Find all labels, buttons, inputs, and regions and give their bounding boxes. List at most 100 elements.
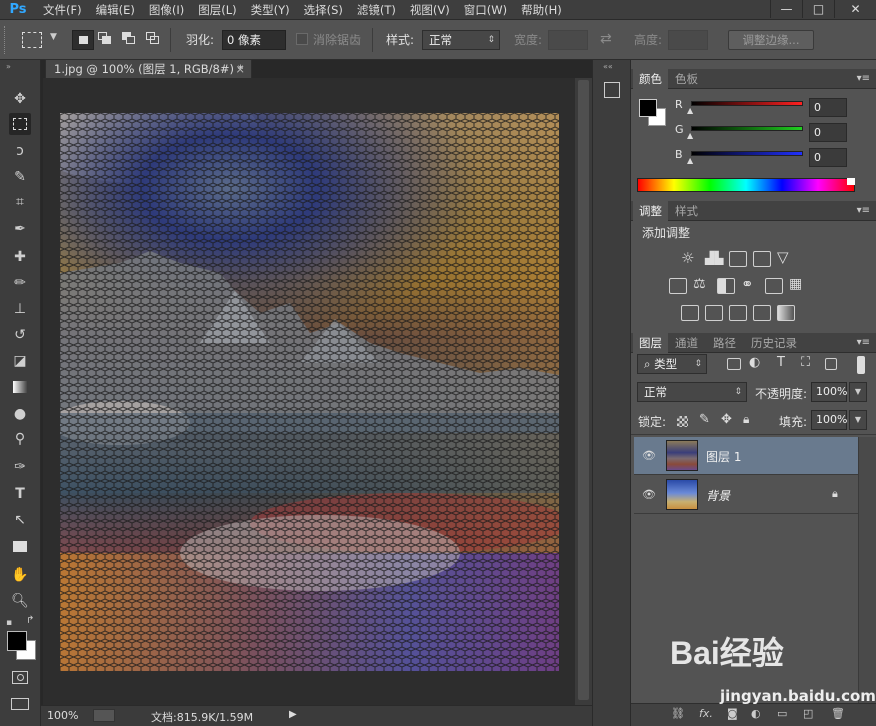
lock-position-icon[interactable]: ✥ bbox=[721, 412, 732, 427]
posterize-icon[interactable] bbox=[705, 305, 723, 321]
layer-filter-select[interactable]: ⌕ 类型 ⇕ bbox=[637, 354, 707, 374]
tab-adjustments[interactable]: 调整 bbox=[633, 201, 668, 221]
gradient-map-icon[interactable] bbox=[777, 305, 795, 321]
tab-history[interactable]: 历史记录 bbox=[745, 333, 803, 353]
lock-transparency-icon[interactable] bbox=[677, 416, 688, 427]
fx-icon[interactable]: fx. bbox=[699, 707, 713, 720]
fill-dropdown-icon[interactable]: ▼ bbox=[849, 410, 867, 430]
3d-panel-icon[interactable] bbox=[604, 82, 620, 98]
menu-select[interactable]: 选择(S) bbox=[297, 0, 350, 20]
exposure-icon[interactable] bbox=[753, 251, 771, 267]
eye-icon[interactable]: 👁︎ bbox=[642, 449, 656, 462]
refine-edge-button[interactable]: 调整边缘... bbox=[728, 30, 814, 50]
mask-icon[interactable]: ◙ bbox=[727, 707, 738, 720]
pen-tool-icon[interactable]: ✑ bbox=[9, 456, 31, 478]
channel-b-value[interactable]: 0 bbox=[809, 148, 847, 167]
fill-input[interactable]: 100% bbox=[811, 410, 847, 430]
rectangle-tool-icon[interactable] bbox=[9, 535, 31, 557]
move-tool-icon[interactable]: ✥ bbox=[9, 88, 31, 110]
marquee-preset-icon[interactable] bbox=[22, 32, 42, 48]
add-selection-icon[interactable] bbox=[98, 32, 112, 46]
eraser-tool-icon[interactable]: ◪ bbox=[9, 350, 31, 372]
height-input[interactable] bbox=[668, 30, 708, 50]
width-input[interactable] bbox=[548, 30, 588, 50]
lock-pixels-icon[interactable]: ✎ bbox=[699, 412, 710, 427]
filter-pixel-icon[interactable] bbox=[727, 358, 741, 370]
new-selection-icon[interactable] bbox=[72, 30, 94, 50]
expand-icon[interactable]: «« bbox=[603, 62, 613, 71]
feather-input[interactable]: 0 像素 bbox=[222, 30, 286, 50]
hue-saturation-icon[interactable] bbox=[669, 278, 687, 294]
panel-menu-icon[interactable]: ▾≡ bbox=[857, 205, 870, 216]
layer-name[interactable]: 图层 1 bbox=[706, 448, 741, 465]
menu-type[interactable]: 类型(Y) bbox=[244, 0, 297, 20]
brush-tool-icon[interactable]: ✏ bbox=[9, 272, 31, 294]
color-lookup-icon[interactable]: ▦ bbox=[789, 276, 802, 292]
menu-layer[interactable]: 图层(L) bbox=[191, 0, 243, 20]
canvas-image[interactable] bbox=[20, 83, 570, 671]
filter-type-icon[interactable]: T bbox=[777, 355, 785, 370]
photo-filter-icon[interactable]: ⚭ bbox=[741, 275, 754, 293]
dodge-tool-icon[interactable]: ⚲ bbox=[9, 428, 31, 450]
chevron-down-icon[interactable]: ▼ bbox=[50, 32, 57, 42]
healing-brush-tool-icon[interactable]: ✚ bbox=[9, 246, 31, 268]
panel-menu-icon[interactable]: ▾≡ bbox=[857, 337, 870, 348]
quick-select-tool-icon[interactable]: ✎ bbox=[9, 166, 31, 188]
path-select-tool-icon[interactable]: ↖ bbox=[9, 509, 31, 531]
zoom-level[interactable]: 100% bbox=[47, 709, 78, 722]
channel-g-value[interactable]: 0 bbox=[809, 123, 847, 142]
menu-edit[interactable]: 编辑(E) bbox=[89, 0, 142, 20]
menu-filter[interactable]: 滤镜(T) bbox=[350, 0, 403, 20]
levels-icon[interactable]: ▟▙ bbox=[705, 251, 723, 265]
selective-color-icon[interactable] bbox=[753, 305, 771, 321]
tab-color[interactable]: 颜色 bbox=[633, 69, 668, 89]
brightness-icon[interactable]: ☼ bbox=[681, 249, 694, 267]
intersect-selection-icon[interactable] bbox=[146, 32, 160, 46]
crop-tool-icon[interactable]: ⌗ bbox=[9, 191, 31, 213]
close-button[interactable]: ✕ bbox=[834, 0, 876, 18]
type-tool-icon[interactable]: T bbox=[9, 483, 31, 505]
foreground-color-swatch[interactable] bbox=[7, 631, 27, 651]
antialias-checkbox[interactable] bbox=[296, 33, 308, 45]
rect-marquee-tool-icon[interactable] bbox=[9, 113, 31, 135]
filter-shape-icon[interactable]: ⛶ bbox=[801, 355, 810, 370]
blur-tool-icon[interactable]: ● bbox=[9, 403, 31, 425]
channel-r-value[interactable]: 0 bbox=[809, 98, 847, 117]
new-layer-icon[interactable]: ◰ bbox=[803, 707, 813, 720]
layer-name[interactable]: 背景 bbox=[706, 487, 730, 504]
clone-stamp-tool-icon[interactable]: ⊥ bbox=[9, 298, 31, 320]
threshold-icon[interactable] bbox=[729, 305, 747, 321]
history-brush-tool-icon[interactable]: ↺ bbox=[9, 324, 31, 346]
vibrance-icon[interactable]: ▽ bbox=[777, 248, 789, 266]
invert-icon[interactable] bbox=[681, 305, 699, 321]
status-menu-arrow-icon[interactable]: ▶ bbox=[289, 709, 297, 720]
subtract-selection-icon[interactable] bbox=[122, 32, 136, 46]
tab-layers[interactable]: 图层 bbox=[633, 333, 668, 353]
filter-toggle[interactable] bbox=[857, 356, 865, 374]
eyedropper-tool-icon[interactable]: ✒ bbox=[9, 218, 31, 240]
layers-scrollbar[interactable] bbox=[858, 437, 876, 703]
lasso-tool-icon[interactable]: ↄ bbox=[9, 140, 31, 162]
style-select[interactable]: 正常 ⇕ bbox=[422, 30, 500, 50]
channel-r-slider[interactable] bbox=[691, 101, 803, 106]
menu-view[interactable]: 视图(V) bbox=[403, 0, 457, 20]
slider-thumb-icon[interactable]: ▲ bbox=[687, 106, 693, 115]
filter-adjustment-icon[interactable]: ◐ bbox=[749, 355, 760, 370]
menu-help[interactable]: 帮助(H) bbox=[514, 0, 569, 20]
slider-thumb-icon[interactable]: ▲ bbox=[687, 156, 693, 165]
blend-mode-select[interactable]: 正常 ⇕ bbox=[637, 382, 747, 402]
channel-mixer-icon[interactable] bbox=[765, 278, 783, 294]
minimize-button[interactable]: — bbox=[770, 0, 802, 18]
curves-icon[interactable] bbox=[729, 251, 747, 267]
fg-color-swatch[interactable] bbox=[639, 99, 657, 117]
lock-all-icon[interactable]: 🔒︎ bbox=[743, 412, 749, 427]
document-tab[interactable]: 1.jpg @ 100% (图层 1, RGB/8#) * × bbox=[45, 59, 252, 78]
vertical-scrollbar[interactable] bbox=[575, 78, 592, 705]
menu-image[interactable]: 图像(I) bbox=[142, 0, 191, 20]
collapse-icon[interactable]: » bbox=[6, 62, 11, 71]
status-preview-icon[interactable] bbox=[93, 709, 115, 722]
default-colors-icon[interactable]: ▪ bbox=[6, 618, 12, 628]
tab-swatches[interactable]: 色板 bbox=[669, 69, 704, 89]
link-icon[interactable]: ⛓ bbox=[671, 707, 685, 720]
opacity-dropdown-icon[interactable]: ▼ bbox=[849, 382, 867, 402]
